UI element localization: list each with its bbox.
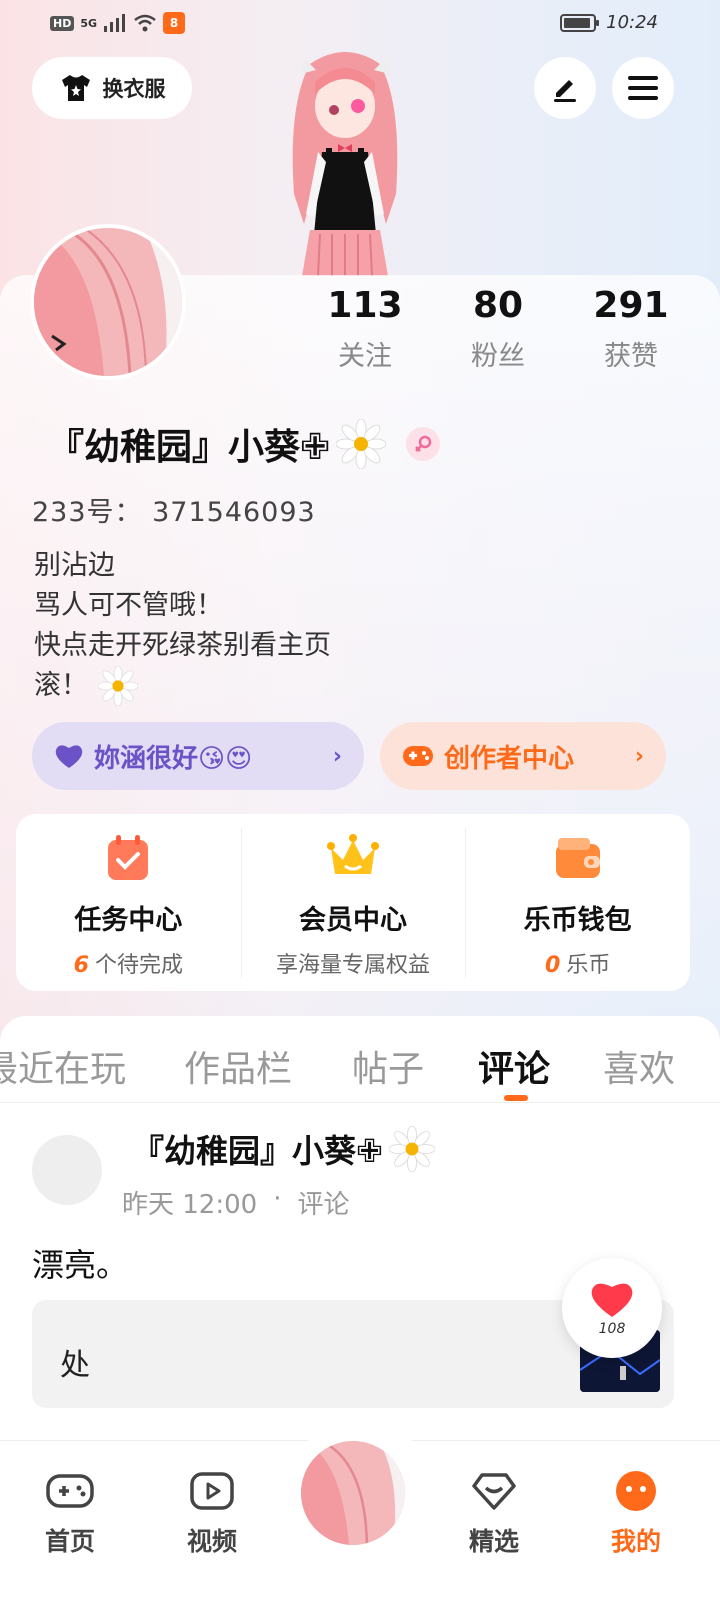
tab-likes[interactable]: 喜欢	[603, 1040, 675, 1092]
user-id: 233号： 371546093	[32, 497, 316, 528]
heart-icon	[55, 745, 83, 768]
bio-line: 快点走开死绿茶别看主页	[34, 630, 331, 661]
active-tab-indicator	[504, 1095, 528, 1101]
tab-recently-played[interactable]: 最近在玩	[0, 1040, 126, 1092]
menu-button[interactable]	[612, 57, 674, 119]
like-count: 108	[598, 1321, 626, 1337]
post-author-row: 『幼稚园』小葵✙	[132, 1126, 435, 1172]
app-notification-icon: 8	[163, 12, 186, 34]
crown-icon	[327, 834, 379, 874]
nav-video[interactable]: 视频	[162, 1470, 262, 1558]
bio-line: 骂人可不管哦！	[34, 590, 223, 621]
stat-following[interactable]: 113 关注	[305, 285, 425, 373]
change-outfit-label: 换衣服	[102, 77, 166, 101]
chevron-right-icon: ›	[332, 743, 342, 769]
change-outfit-button[interactable]: 换衣服	[32, 57, 192, 119]
nav-home-label: 首页	[44, 1527, 95, 1556]
tab-works[interactable]: 作品栏	[184, 1040, 292, 1092]
avatar-image	[34, 228, 182, 376]
vip-center-title: 会员中心	[299, 905, 407, 936]
stat-likes-count: 291	[593, 285, 669, 326]
daisy-icon	[98, 666, 138, 706]
post-text: 漂亮。	[32, 1246, 129, 1284]
profile-nickname: 『幼稚园』小葵✙	[48, 427, 331, 468]
creator-center-button[interactable]: 创作者中心 ›	[380, 722, 666, 790]
pencil-icon	[554, 80, 576, 102]
divider	[0, 1102, 720, 1103]
nav-mine-label: 我的	[610, 1527, 661, 1556]
pending-label: 个待完成	[94, 953, 183, 978]
bio-line-text: 滚！	[34, 670, 88, 701]
status-bar: HD 5G 8 10:24	[0, 0, 720, 44]
feature-card: 任务中心 6 个待完成 会员中心 享海量专属权益 乐币钱包 0 乐币	[16, 814, 690, 991]
profile-bio: 别沾边 骂人可不管哦！ 快点走开死绿茶别看主页 滚！	[34, 546, 331, 706]
post-time: 昨天 12:00	[122, 1190, 258, 1220]
heart-diamond-icon	[472, 1473, 516, 1510]
network-indicator: 5G	[80, 16, 98, 30]
task-center-item[interactable]: 任务中心 6 个待完成	[16, 814, 241, 991]
nav-center-avatar[interactable]	[298, 1438, 408, 1548]
creator-center-label: 创作者中心	[444, 743, 575, 774]
daisy-icon	[388, 1126, 435, 1172]
female-gender-icon	[406, 427, 441, 461]
hamburger-menu-icon	[628, 76, 658, 100]
coin-balance: 0	[545, 953, 561, 978]
daisy-icon	[336, 419, 387, 469]
tab-comments[interactable]: 评论	[478, 1040, 550, 1092]
coin-wallet-title: 乐币钱包	[523, 905, 632, 936]
stat-likes[interactable]: 291 获赞	[571, 285, 691, 373]
signal-icon	[104, 14, 126, 32]
gamepad-icon	[403, 746, 433, 766]
wifi-icon	[134, 14, 156, 32]
gamepad-icon	[46, 1474, 94, 1508]
play-video-icon	[190, 1472, 234, 1510]
nav-featured[interactable]: 精选	[444, 1470, 544, 1558]
nav-home[interactable]: 首页	[20, 1470, 120, 1558]
post-type: 评论	[297, 1190, 350, 1220]
nav-video-label: 视频	[186, 1527, 237, 1556]
post-avatar[interactable]	[32, 1135, 102, 1205]
task-center-subtitle: 6 个待完成	[74, 947, 183, 979]
coin-wallet-subtitle: 0 乐币	[545, 947, 610, 979]
profile-nickname-row: 『幼稚园』小葵✙	[48, 418, 441, 470]
vip-center-subtitle: 享海量专属权益	[276, 953, 431, 978]
post-author-name: 『幼稚园』小葵✙	[132, 1132, 383, 1170]
profile-face-icon	[616, 1471, 656, 1511]
heart-icon	[591, 1283, 633, 1317]
edit-button[interactable]	[534, 57, 596, 119]
battery-icon	[560, 13, 600, 32]
intimacy-pill-label: 妳涵很好😘😍	[94, 743, 253, 774]
stat-followers-label: 粉丝	[471, 341, 525, 372]
intimacy-pill-button[interactable]: 妳涵很好😘😍 ›	[32, 722, 364, 790]
profile-avatar[interactable]	[30, 224, 186, 380]
meta-separator: ·	[273, 1184, 282, 1214]
bio-line: 别沾边	[34, 550, 115, 581]
stat-following-label: 关注	[338, 341, 392, 372]
calendar-check-icon	[108, 835, 149, 880]
quoted-text: 处	[60, 1348, 90, 1383]
hd-indicator: HD	[50, 15, 75, 31]
stat-followers[interactable]: 80 粉丝	[438, 285, 558, 373]
tshirt-icon	[61, 75, 90, 101]
pending-count: 6	[73, 953, 89, 978]
stat-likes-label: 获赞	[604, 341, 658, 372]
coin-wallet-item[interactable]: 乐币钱包 0 乐币	[465, 814, 690, 991]
tab-posts[interactable]: 帖子	[352, 1040, 424, 1092]
chevron-right-icon: ›	[634, 743, 644, 769]
stat-following-count: 113	[327, 285, 403, 326]
clock: 10:24	[606, 12, 658, 33]
character-avatar-3d[interactable]	[270, 44, 420, 276]
vip-center-item[interactable]: 会员中心 享海量专属权益	[240, 814, 466, 991]
floating-like-button[interactable]: 108	[562, 1258, 662, 1358]
task-center-title: 任务中心	[74, 905, 183, 936]
coin-unit: 乐币	[566, 953, 611, 978]
stat-followers-count: 80	[472, 285, 524, 326]
nav-mine[interactable]: 我的	[586, 1470, 686, 1558]
nav-featured-label: 精选	[468, 1527, 519, 1556]
post-meta: 昨天 12:00 · 评论	[122, 1184, 349, 1221]
bio-line-last: 滚！	[34, 666, 331, 706]
wallet-icon	[555, 838, 600, 878]
